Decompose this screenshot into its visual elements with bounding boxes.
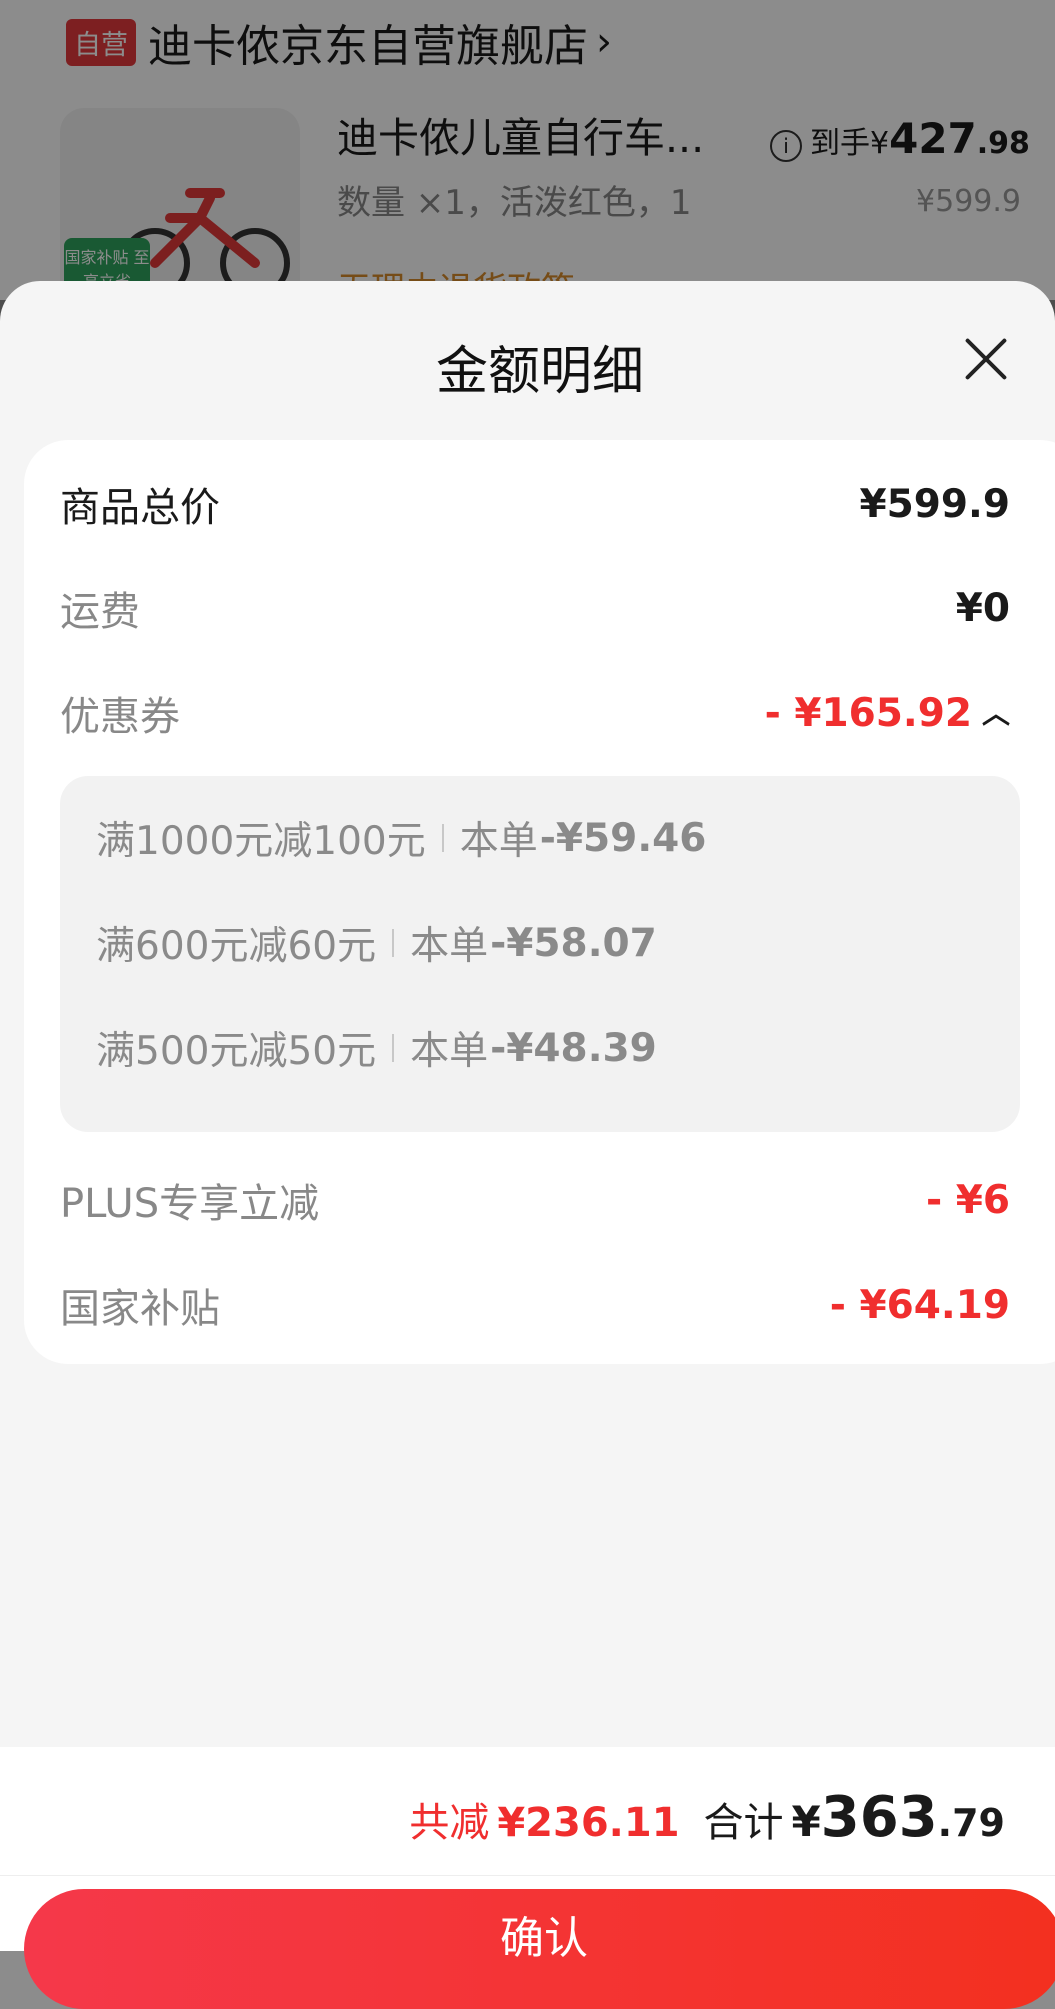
row-coupon[interactable]: 优惠券 - ¥165.92 ︿ xyxy=(60,683,1010,743)
divider xyxy=(441,824,444,852)
shipping-value: ¥0 xyxy=(955,585,1010,631)
goods-total-value: ¥599.9 xyxy=(859,481,1011,527)
goods-total-label: 商品总价 xyxy=(60,485,220,531)
coupon-label: 优惠券 xyxy=(60,694,180,740)
close-icon[interactable] xyxy=(960,333,1012,385)
coupon-rule: 满600元减60元 xyxy=(96,924,377,969)
total-currency: ¥ xyxy=(791,1797,821,1846)
chevron-up-icon[interactable]: ︿ xyxy=(982,692,1010,732)
plus-label: PLUS专享立减 xyxy=(60,1181,320,1227)
row-goods-total: 商品总价 ¥599.9 xyxy=(60,474,1010,534)
coupon-amount: -¥48.39 xyxy=(490,1025,657,1071)
coupon-item: 满1000元减100元 本单 -¥59.46 xyxy=(96,810,706,866)
subsidy-value: - ¥64.19 xyxy=(829,1282,1010,1328)
plus-value: - ¥6 xyxy=(925,1177,1010,1223)
bottom-bar: 共减 ¥236.11 合计 ¥ 363 .79 确认 xyxy=(0,1747,1055,2009)
row-plus-discount: PLUS专享立减 - ¥6 xyxy=(60,1170,1010,1230)
row-national-subsidy: 国家补贴 - ¥64.19 xyxy=(60,1275,1010,1335)
divider xyxy=(392,929,395,957)
saved-amount: ¥236.11 xyxy=(497,1800,680,1846)
coupon-rule: 满500元减50元 xyxy=(96,1029,377,1074)
coupon-item: 满600元减60元 本单 -¥58.07 xyxy=(96,915,657,971)
coupon-order-label: 本单 xyxy=(410,924,489,969)
row-shipping: 运费 ¥0 xyxy=(60,578,1010,638)
total-label: 合计 xyxy=(703,1800,784,1846)
coupon-item: 满500元减50元 本单 -¥48.39 xyxy=(96,1020,657,1076)
total-integer: 363 xyxy=(820,1785,938,1850)
total-decimal: .79 xyxy=(937,1801,1005,1845)
coupon-value[interactable]: - ¥165.92 ︿ xyxy=(765,691,1010,736)
divider xyxy=(392,1034,395,1062)
coupon-order-label: 本单 xyxy=(410,1029,489,1074)
coupon-amount: -¥59.46 xyxy=(539,815,707,861)
sheet-title: 金额明细 xyxy=(435,342,644,402)
amount-detail-sheet: 金额明细 商品总价 ¥599.9 运费 ¥0 优惠券 - ¥165.92 ︿ 满1… xyxy=(0,281,1055,1951)
saved-label: 共减 xyxy=(409,1800,490,1846)
coupon-breakdown: 满1000元减100元 本单 -¥59.46 满600元减60元 本单 -¥58… xyxy=(60,776,1020,1132)
subsidy-label: 国家补贴 xyxy=(60,1286,220,1332)
shipping-label: 运费 xyxy=(60,589,140,635)
confirm-button[interactable]: 确认 xyxy=(24,1889,1055,2009)
divider xyxy=(0,1875,1055,1876)
coupon-order-label: 本单 xyxy=(459,819,538,864)
amount-card: 商品总价 ¥599.9 运费 ¥0 优惠券 - ¥165.92 ︿ 满1000元减… xyxy=(24,440,1055,1364)
totals: 共减 ¥236.11 合计 ¥ 363 .79 xyxy=(409,1785,1005,1850)
coupon-amount: -¥58.07 xyxy=(490,920,657,966)
coupon-rule: 满1000元减100元 xyxy=(96,819,426,864)
